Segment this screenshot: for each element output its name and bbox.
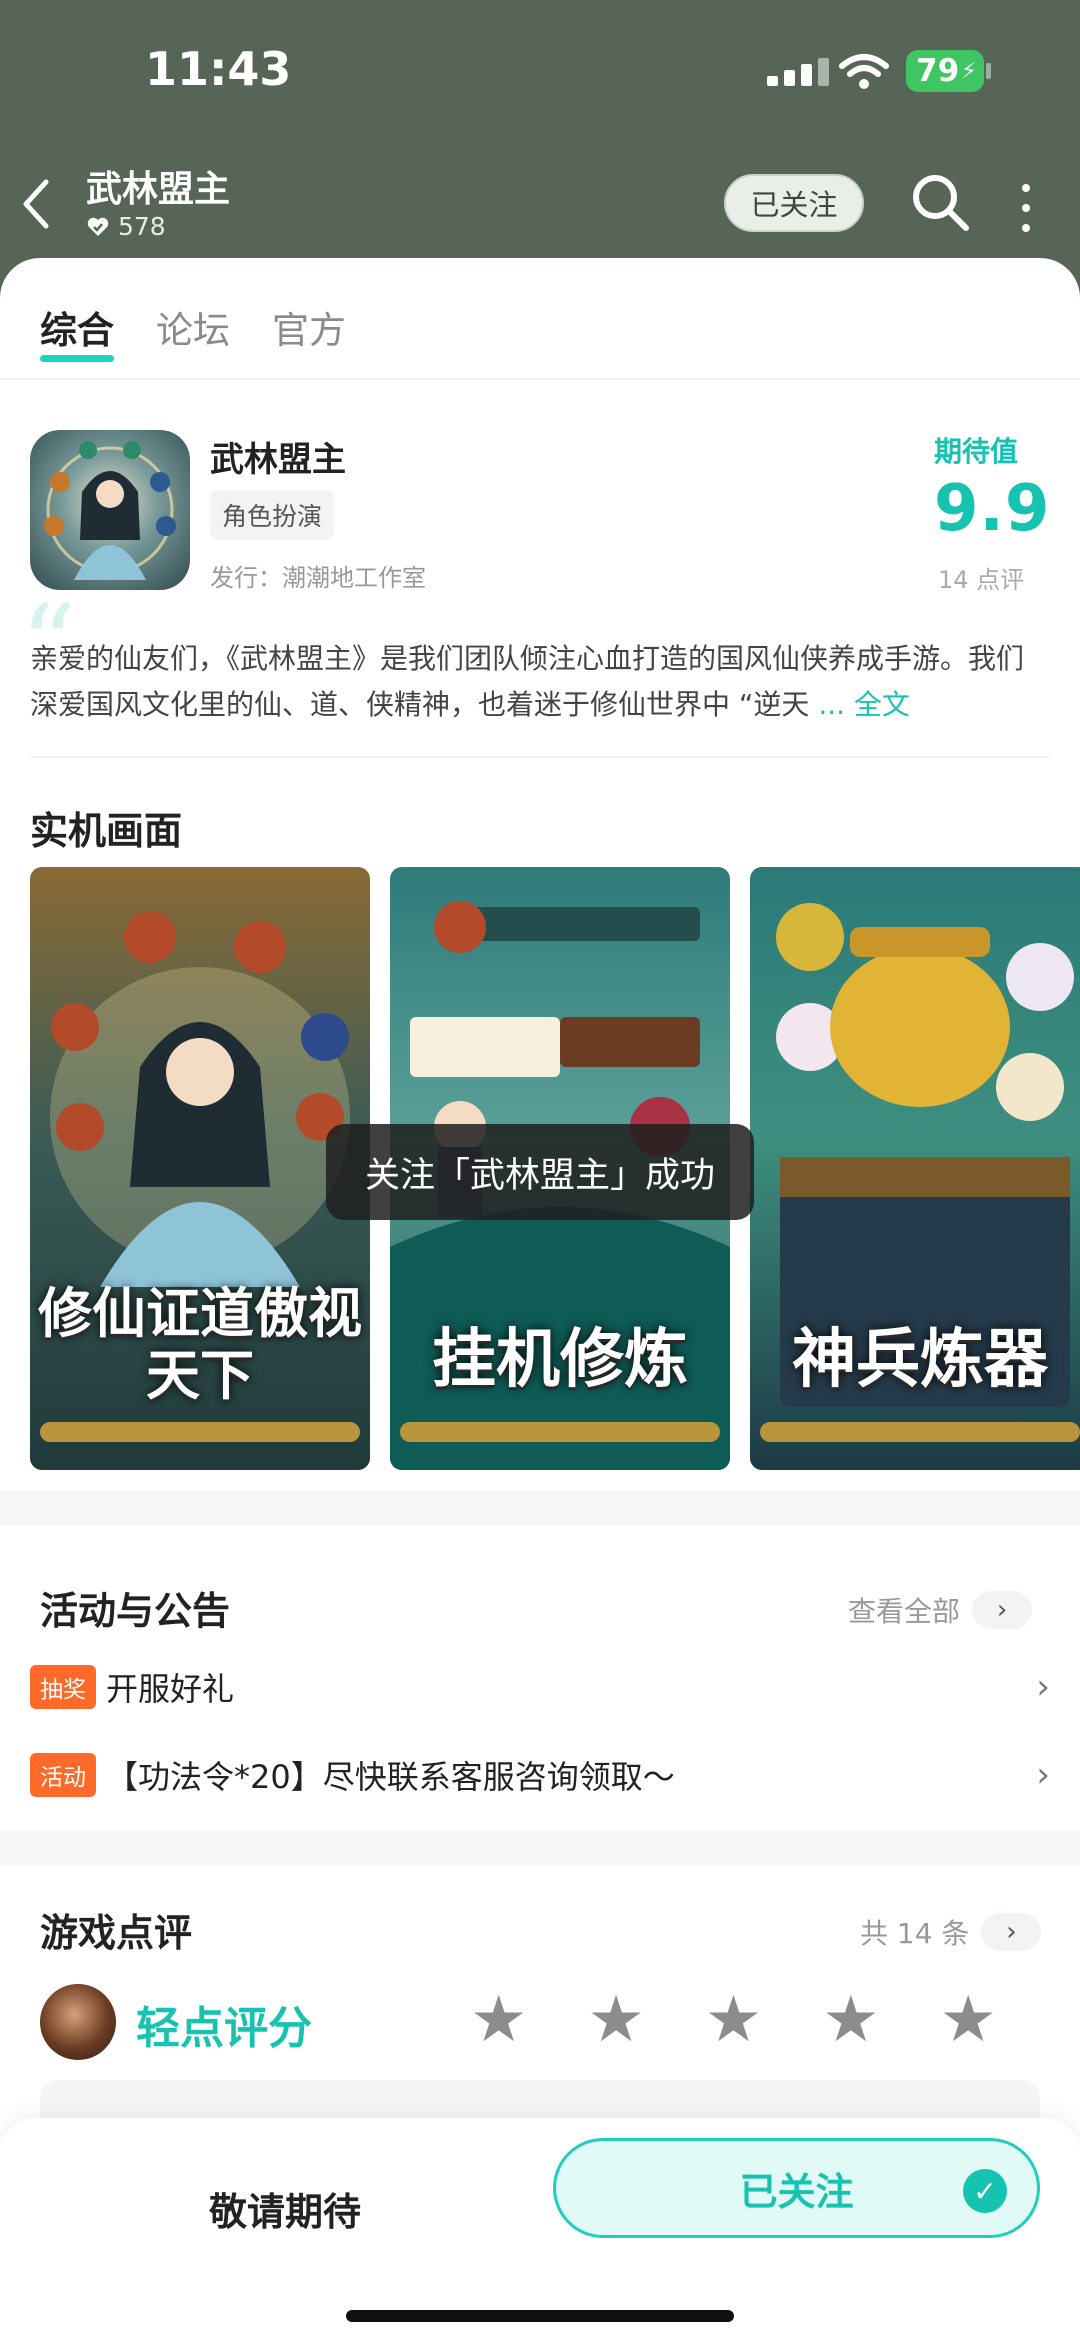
news-item[interactable]: 抽奖 开服好礼 › [30, 1664, 1050, 1710]
publisher-text[interactable]: 发行：潮潮地工作室 [210, 558, 426, 593]
rating-stars: ★ ★ ★ ★ ★ [470, 1988, 997, 2052]
rating-count: 14 点评 [938, 566, 1025, 594]
star-icon[interactable]: ★ [705, 1988, 762, 2052]
screenshot-2-caption: 挂机修炼 [432, 1322, 688, 1397]
screenshot-3-caption: 神兵炼器 [792, 1322, 1048, 1397]
battery-tip [986, 63, 991, 79]
header-followed-button[interactable]: 已关注 [724, 174, 864, 232]
expectation-value: 9.9 [934, 472, 1051, 546]
screenshots-title: 实机画面 [30, 809, 183, 853]
game-description[interactable]: 亲爱的仙友们，《武林盟主》是我们团队倾注心血打造的国风仙侠养成手游。我们深爱国风… [30, 636, 1050, 728]
news-item-text: 开服好礼 [106, 1670, 235, 1708]
section-gap [0, 1490, 1080, 1526]
screenshot-1[interactable]: 修仙证道傲视天下 [30, 867, 370, 1470]
more-options-icon[interactable] [1022, 184, 1030, 232]
await-button[interactable]: 敬请期待 [100, 2160, 470, 2256]
game-name: 武林盟主 [210, 440, 346, 480]
check-icon: ✓ [963, 2169, 1007, 2213]
tab-official[interactable]: 官方 [272, 300, 346, 354]
read-more-link[interactable]: ... 全文 [818, 688, 910, 721]
chevron-right-icon: › [972, 1591, 1033, 1629]
genre-tag[interactable]: 角色扮演 [210, 490, 335, 540]
heart-badge-icon [87, 217, 109, 236]
screenshot-3[interactable]: 神兵炼器 [750, 867, 1080, 1470]
screenshot-3-banner [760, 1422, 1080, 1442]
divider [30, 756, 1050, 758]
page-title: 武林盟主 [86, 169, 231, 210]
screenshot-1-caption: 修仙证道傲视天下 [38, 1281, 362, 1407]
see-all-label: 查看全部 [848, 1595, 961, 1628]
follower-count-value: 578 [118, 212, 166, 241]
home-indicator[interactable] [346, 2310, 734, 2322]
star-icon[interactable]: ★ [940, 1988, 997, 2052]
search-icon[interactable] [908, 170, 972, 234]
game-app-icon [30, 430, 190, 590]
reviews-count: 共 14 条 [860, 1917, 970, 1950]
follow-success-toast: 关注「武林盟主」成功 [326, 1124, 754, 1220]
news-item-text: 【功法令*20】尽快联系客服咨询领取～ [106, 1758, 675, 1796]
tab-divider [0, 378, 1080, 380]
news-tag: 活动 [30, 1753, 96, 1797]
battery-level: 79 [916, 53, 960, 89]
screenshot-1-banner [40, 1422, 360, 1442]
reviews-count-button[interactable]: 共 14 条 › [860, 1912, 1042, 1952]
tab-bar: 综合 论坛 官方 [40, 300, 346, 362]
battery-icon: 79 ⚡ [906, 50, 984, 92]
see-all-button[interactable]: 查看全部 › [848, 1590, 1033, 1630]
section-gap [0, 1830, 1080, 1866]
tap-to-rate-label: 轻点评分 [136, 2003, 312, 2054]
avatar [40, 1984, 116, 2060]
reviews-title: 游戏点评 [40, 1911, 193, 1955]
chevron-right-icon: › [981, 1913, 1042, 1951]
tab-overview[interactable]: 综合 [40, 300, 114, 362]
news-tag: 抽奖 [30, 1665, 96, 1709]
wifi-icon [839, 54, 889, 89]
chevron-right-icon: › [1036, 1667, 1050, 1707]
star-icon[interactable]: ★ [470, 1988, 527, 2052]
news-title: 活动与公告 [40, 1589, 231, 1633]
star-icon[interactable]: ★ [587, 1988, 644, 2052]
cellular-signal-icon [767, 58, 829, 86]
screenshot-2-banner [400, 1422, 720, 1442]
back-arrow-icon[interactable] [18, 176, 54, 232]
chevron-right-icon: › [1036, 1755, 1050, 1795]
tab-forum[interactable]: 论坛 [156, 300, 230, 354]
followed-button[interactable]: 已关注 ✓ [553, 2138, 1040, 2238]
star-icon[interactable]: ★ [822, 1988, 879, 2052]
news-item[interactable]: 活动 【功法令*20】尽快联系客服咨询领取～ › [30, 1752, 1050, 1798]
expectation-label: 期待值 [934, 435, 1019, 468]
status-time: 11:43 [145, 42, 292, 96]
followed-label: 已关注 [739, 2169, 854, 2214]
follower-count: 578 [86, 212, 166, 241]
